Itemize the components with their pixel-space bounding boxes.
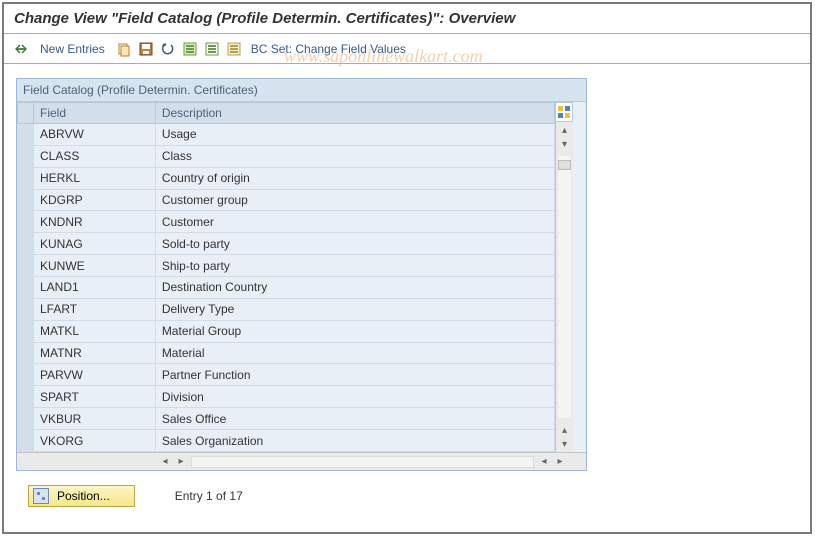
table-row[interactable]: PARVWPartner Function (18, 364, 555, 386)
config-icon[interactable] (225, 40, 243, 58)
table-row[interactable]: CLASSClass (18, 145, 555, 167)
row-selector[interactable] (18, 233, 34, 255)
table-row[interactable]: ABRVWUsage (18, 124, 555, 146)
row-selector[interactable] (18, 277, 34, 299)
toolbar: New Entries BC Set: Change Field Values (4, 34, 810, 64)
new-entries-button[interactable]: New Entries (34, 42, 111, 56)
position-label: Position... (57, 489, 110, 503)
cell-description[interactable]: Division (155, 386, 554, 408)
table-row[interactable]: KUNWEShip-to party (18, 255, 555, 277)
page-title: Change View "Field Catalog (Profile Dete… (4, 4, 810, 34)
scroll-pageup-icon[interactable]: ▾ (556, 136, 573, 152)
table-row[interactable]: VKBURSales Office (18, 408, 555, 430)
row-selector[interactable] (18, 189, 34, 211)
row-selector[interactable] (18, 167, 34, 189)
cell-description[interactable]: Material Group (155, 320, 554, 342)
undo-icon[interactable] (159, 40, 177, 58)
scroll-right2-icon[interactable]: ▸ (552, 456, 568, 467)
row-selector[interactable] (18, 386, 34, 408)
cell-field[interactable]: CLASS (33, 145, 155, 167)
field-catalog-panel: Field Catalog (Profile Determin. Certifi… (16, 78, 587, 471)
cell-description[interactable]: Customer (155, 211, 554, 233)
cell-description[interactable]: Usage (155, 124, 554, 146)
table-row[interactable]: VKORGSales Organization (18, 430, 555, 452)
row-selector-header[interactable] (18, 103, 34, 124)
cell-field[interactable]: ABRVW (33, 124, 155, 146)
cell-field[interactable]: VKBUR (33, 408, 155, 430)
cell-description[interactable]: Customer group (155, 189, 554, 211)
table-row[interactable]: KNDNRCustomer (18, 211, 555, 233)
table-row[interactable]: HERKLCountry of origin (18, 167, 555, 189)
cell-field[interactable]: PARVW (33, 364, 155, 386)
cell-field[interactable]: KDGRP (33, 189, 155, 211)
cell-description[interactable]: Country of origin (155, 167, 554, 189)
panel-title: Field Catalog (Profile Determin. Certifi… (17, 79, 586, 102)
cell-field[interactable]: HERKL (33, 167, 155, 189)
cell-description[interactable]: Material (155, 342, 554, 364)
copy-icon[interactable] (115, 40, 133, 58)
cell-field[interactable]: KUNWE (33, 255, 155, 277)
cell-description[interactable]: Ship-to party (155, 255, 554, 277)
cell-description[interactable]: Delivery Type (155, 298, 554, 320)
cell-field[interactable]: MATNR (33, 342, 155, 364)
scroll-left2-icon[interactable]: ▸ (173, 456, 189, 467)
cell-field[interactable]: VKORG (33, 430, 155, 452)
row-selector[interactable] (18, 364, 34, 386)
row-selector[interactable] (18, 255, 34, 277)
select-all-icon[interactable] (181, 40, 199, 58)
position-icon (33, 488, 49, 504)
cell-description[interactable]: Destination Country (155, 277, 554, 299)
table-row[interactable]: MATNRMaterial (18, 342, 555, 364)
cell-field[interactable]: MATKL (33, 320, 155, 342)
cell-field[interactable]: LFART (33, 298, 155, 320)
cell-description[interactable]: Class (155, 145, 554, 167)
cell-field[interactable]: LAND1 (33, 277, 155, 299)
deselect-all-icon[interactable] (203, 40, 221, 58)
cell-description[interactable]: Sales Organization (155, 430, 554, 452)
table-row[interactable]: KDGRPCustomer group (18, 189, 555, 211)
vertical-scrollbar[interactable]: ▴ ▾ ▴ ▾ (555, 122, 573, 452)
table-row[interactable]: KUNAGSold-to party (18, 233, 555, 255)
scroll-down-icon[interactable]: ▾ (556, 436, 573, 452)
scroll-right-icon[interactable]: ◂ (536, 456, 552, 467)
save-icon[interactable] (137, 40, 155, 58)
table-row[interactable]: SPARTDivision (18, 386, 555, 408)
cell-description[interactable]: Sold-to party (155, 233, 554, 255)
layout-settings-icon[interactable] (555, 102, 573, 122)
row-selector[interactable] (18, 211, 34, 233)
cell-description[interactable]: Sales Office (155, 408, 554, 430)
column-description-header[interactable]: Description (155, 103, 554, 124)
row-selector[interactable] (18, 430, 34, 452)
field-catalog-table: Field Description ABRVWUsageCLASSClassHE… (17, 102, 555, 452)
table-row[interactable]: LFARTDelivery Type (18, 298, 555, 320)
cell-field[interactable]: SPART (33, 386, 155, 408)
cell-description[interactable]: Partner Function (155, 364, 554, 386)
row-selector[interactable] (18, 320, 34, 342)
cell-field[interactable]: KNDNR (33, 211, 155, 233)
position-button[interactable]: Position... (28, 485, 135, 507)
table-row[interactable]: LAND1Destination Country (18, 277, 555, 299)
toggle-icon[interactable] (12, 40, 30, 58)
column-field-header[interactable]: Field (33, 103, 155, 124)
row-selector[interactable] (18, 342, 34, 364)
bc-set-button[interactable]: BC Set: Change Field Values (247, 42, 410, 56)
table-row[interactable]: MATKLMaterial Group (18, 320, 555, 342)
scroll-left-icon[interactable]: ◂ (157, 456, 173, 467)
row-selector[interactable] (18, 408, 34, 430)
horizontal-scrollbar[interactable]: ◂ ▸ ◂ ▸ (17, 452, 586, 470)
row-selector[interactable] (18, 145, 34, 167)
cell-field[interactable]: KUNAG (33, 233, 155, 255)
row-selector[interactable] (18, 124, 34, 146)
row-selector[interactable] (18, 298, 34, 320)
entry-counter: Entry 1 of 17 (175, 489, 243, 503)
